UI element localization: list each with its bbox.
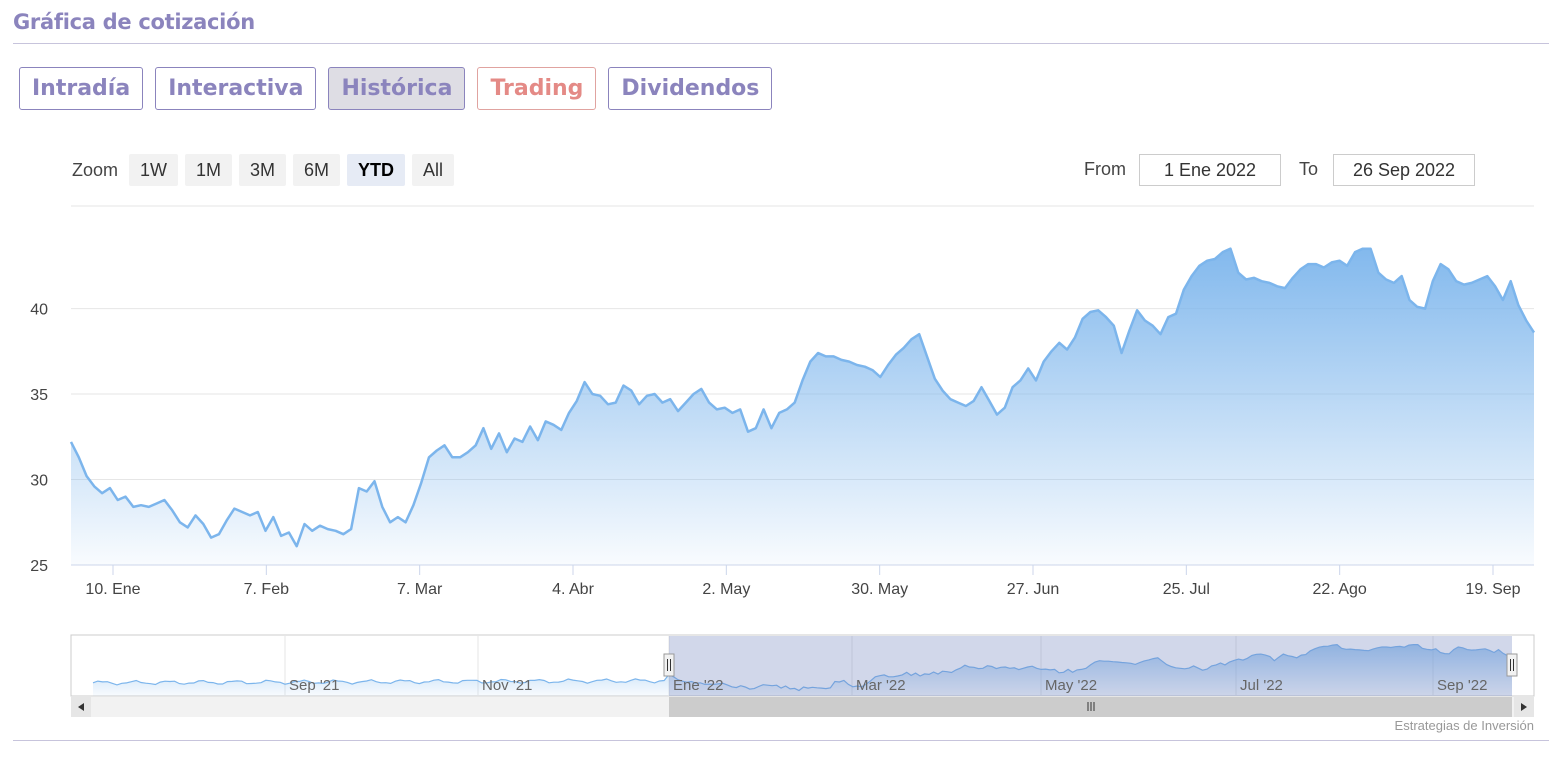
chart-tabs: Intradía Interactiva Histórica Trading D… — [19, 67, 773, 110]
price-line — [69, 247, 1536, 548]
chart-credit: Estrategias de Inversión — [1394, 718, 1534, 733]
y-tick-label: 30 — [30, 473, 48, 490]
scroll-left-button — [71, 697, 91, 717]
navigator-tick-label: May '22 — [1045, 677, 1097, 694]
navigator: Sep '21 Nov '21 Ene '22 Mar '22 May '22 Jul '… — [70, 634, 1535, 717]
tab-historica[interactable]: Histórica — [328, 67, 466, 110]
tab-trading[interactable]: Trading — [477, 67, 597, 110]
x-tick-label: 27. Jun — [1007, 581, 1059, 598]
tab-intradia[interactable]: Intradía — [19, 67, 144, 110]
x-tick-label: 10. Ene — [85, 581, 140, 598]
scrollbar-track — [71, 697, 1534, 717]
x-tick-label: 4. Abr — [552, 581, 594, 598]
y-tick-label: 35 — [30, 387, 48, 404]
zoom-label: Zoom — [72, 160, 119, 180]
zoom-1w-button[interactable]: 1W — [129, 154, 178, 186]
navigator-tick-label: Ene '22 — [673, 677, 723, 694]
range-to-label: To — [1299, 159, 1319, 179]
x-tick-label: 25. Jul — [1163, 581, 1210, 598]
x-tick-label: 7. Mar — [397, 581, 443, 598]
bottom-divider — [13, 740, 1549, 741]
y-tick-label: 25 — [30, 558, 48, 575]
section-title: Gráfica de cotización — [13, 10, 255, 34]
price-area — [71, 248, 1534, 565]
x-tick-label: 19. Sep — [1465, 581, 1520, 598]
navigator-handle-right — [1506, 653, 1518, 677]
zoom-6m-button[interactable]: 6M — [293, 154, 341, 186]
x-tick-label: 7. Feb — [244, 581, 289, 598]
zoom-all-button[interactable]: All — [412, 154, 455, 186]
navigator-tick-label: Nov '21 — [482, 677, 532, 694]
zoom-buttons: 1W 1M 3M 6M YTD All — [129, 154, 455, 186]
range-to-input[interactable]: 26 Sep 2022 — [1333, 154, 1475, 186]
x-tick-label: 22. Ago — [1313, 581, 1367, 598]
x-tick-label: 2. May — [702, 581, 750, 598]
range-from-label: From — [1084, 159, 1126, 179]
scroll-right-button — [1514, 697, 1534, 717]
scrollbar-thumb — [669, 697, 1512, 717]
navigator-tick-label: Mar '22 — [856, 677, 906, 694]
title-divider — [13, 43, 1549, 44]
y-tick-label: 40 — [30, 302, 48, 319]
navigator-handle-left — [663, 653, 675, 677]
tab-dividendos[interactable]: Dividendos — [608, 67, 773, 110]
price-chart: 25 30 35 40 10. Ene 7. Feb 7. Mar 4. Abr 2. May… — [30, 205, 1536, 717]
range-from-input[interactable]: 1 Ene 2022 — [1139, 154, 1281, 186]
zoom-3m-button[interactable]: 3M — [239, 154, 287, 186]
x-tick-label: 30. May — [851, 581, 908, 598]
zoom-ytd-button[interactable]: YTD — [347, 154, 406, 186]
zoom-1m-button[interactable]: 1M — [185, 154, 233, 186]
navigator-tick-label: Sep '22 — [1437, 677, 1487, 694]
navigator-tick-label: Jul '22 — [1240, 677, 1283, 694]
navigator-selection — [669, 636, 1512, 696]
navigator-tick-label: Sep '21 — [289, 677, 339, 694]
tab-interactiva[interactable]: Interactiva — [155, 67, 317, 110]
